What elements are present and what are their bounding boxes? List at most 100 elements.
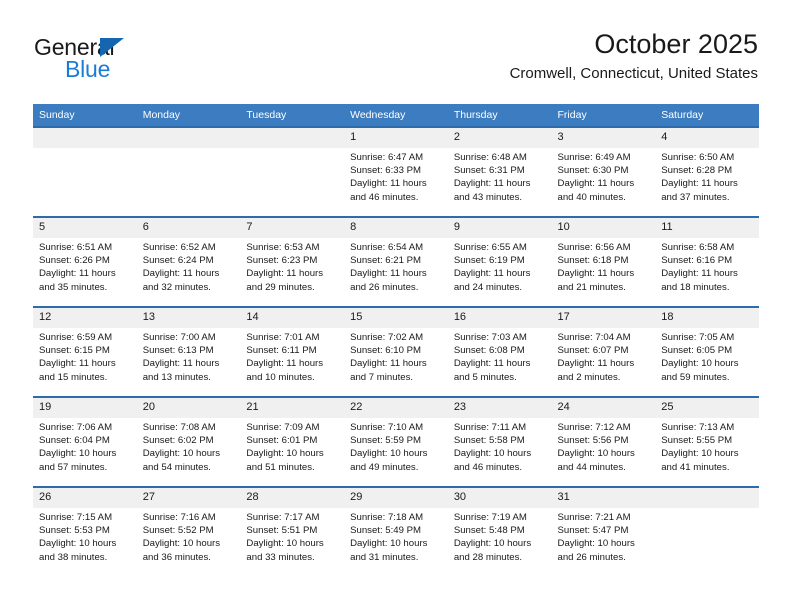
- title-block: October 2025 Cromwell, Connecticut, Unit…: [510, 28, 758, 84]
- calendar-day-cell[interactable]: 14 Sunrise: 7:01 AM Sunset: 6:11 PM Dayligh…: [240, 306, 345, 397]
- daylight-text: Daylight: 10 hours and 41 minutes.: [661, 448, 739, 473]
- daylight-text: Daylight: 10 hours and 36 minutes.: [142, 538, 221, 563]
- sunset-text: Sunset: 6:19 PM: [453, 255, 525, 267]
- calendar-day-cell[interactable]: 9 Sunrise: 6:55 AM Sunset: 6:19 PM Daylight…: [447, 216, 552, 307]
- day-details: Sunrise: 7:13 AM Sunset: 5:55 PM Daylight:…: [655, 418, 759, 474]
- calendar-day-cell[interactable]: 29 Sunrise: 7:18 AM Sunset: 5:49 PM Dayligh…: [344, 486, 448, 576]
- sunset-text: Sunset: 5:48 PM: [453, 525, 525, 537]
- calendar-day-cell[interactable]: 31 Sunrise: 7:21 AM Sunset: 5:47 PM Dayligh…: [551, 486, 656, 576]
- weekday-header-monday: Monday: [136, 104, 241, 127]
- day-number: 18: [655, 308, 759, 328]
- sunrise-text: Sunrise: 6:54 AM: [350, 242, 424, 253]
- calendar-day-cell[interactable]: 28 Sunrise: 7:17 AM Sunset: 5:51 PM Dayligh…: [240, 486, 345, 576]
- weekday-header-row: Sunday Monday Tuesday Wednesday Thursday Frid…: [33, 104, 759, 127]
- calendar-day-cell[interactable]: 22 Sunrise: 7:10 AM Sunset: 5:59 PM Dayligh…: [344, 396, 448, 487]
- calendar-day-cell[interactable]: 10 Sunrise: 6:56 AM Sunset: 6:18 PM Dayligh…: [551, 216, 656, 307]
- calendar-day-cell[interactable]: 13 Sunrise: 7:00 AM Sunset: 6:13 PM Dayligh…: [136, 306, 241, 397]
- day-details: Sunrise: 6:47 AM Sunset: 6:33 PM Daylight:…: [344, 148, 448, 204]
- day-number: [655, 488, 759, 508]
- calendar-day-cell[interactable]: 6 Sunrise: 6:52 AM Sunset: 6:24 PM Daylight…: [136, 216, 241, 307]
- calendar-day-cell[interactable]: 19 Sunrise: 7:06 AM Sunset: 6:04 PM Dayligh…: [33, 396, 137, 487]
- calendar-day-cell[interactable]: 7 Sunrise: 6:53 AM Sunset: 6:23 PM Daylight…: [240, 216, 345, 307]
- sunrise-text: Sunrise: 6:52 AM: [142, 242, 216, 253]
- calendar-day-cell[interactable]: 16 Sunrise: 7:03 AM Sunset: 6:08 PM Dayligh…: [447, 306, 552, 397]
- daylight-text: Daylight: 11 hours and 13 minutes.: [142, 358, 220, 383]
- calendar-day-cell[interactable]: 11 Sunrise: 6:58 AM Sunset: 6:16 PM Dayligh…: [655, 216, 759, 307]
- sunrise-text: Sunrise: 7:18 AM: [350, 512, 424, 523]
- daylight-text: Daylight: 10 hours and 44 minutes.: [557, 448, 635, 473]
- sunrise-text: Sunrise: 6:55 AM: [453, 242, 527, 253]
- sunrise-text: Sunrise: 7:21 AM: [557, 512, 631, 523]
- sunset-text: Sunset: 6:18 PM: [557, 255, 629, 267]
- calendar-day-cell[interactable]: 20 Sunrise: 7:08 AM Sunset: 6:02 PM Dayligh…: [136, 396, 241, 487]
- sunrise-text: Sunrise: 7:15 AM: [39, 512, 113, 523]
- sunrise-text: Sunrise: 6:58 AM: [661, 242, 735, 253]
- day-number: 23: [447, 398, 552, 418]
- sunset-text: Sunset: 6:05 PM: [661, 345, 733, 357]
- sunset-text: Sunset: 6:33 PM: [350, 165, 422, 177]
- day-details: Sunrise: 7:00 AM Sunset: 6:13 PM Daylight:…: [137, 328, 241, 384]
- calendar-day-cell[interactable]: 24 Sunrise: 7:12 AM Sunset: 5:56 PM Dayligh…: [551, 396, 656, 487]
- calendar-day-cell[interactable]: 26 Sunrise: 7:15 AM Sunset: 5:53 PM Dayligh…: [33, 486, 137, 576]
- daylight-text: Daylight: 10 hours and 54 minutes.: [142, 448, 221, 473]
- day-details: Sunrise: 6:49 AM Sunset: 6:30 PM Daylight:…: [552, 148, 656, 204]
- daylight-text: Daylight: 11 hours and 35 minutes.: [39, 268, 116, 293]
- day-details: Sunrise: 7:02 AM Sunset: 6:10 PM Daylight:…: [344, 328, 448, 384]
- daylight-text: Daylight: 10 hours and 59 minutes.: [661, 358, 739, 383]
- calendar-day-cell[interactable]: 23 Sunrise: 7:11 AM Sunset: 5:58 PM Dayligh…: [447, 396, 552, 487]
- calendar-day-cell[interactable]: 15 Sunrise: 7:02 AM Sunset: 6:10 PM Dayligh…: [344, 306, 448, 397]
- day-details: Sunrise: 7:15 AM Sunset: 5:53 PM Daylight:…: [33, 508, 137, 564]
- day-number: 16: [447, 308, 552, 328]
- day-number: 7: [240, 218, 345, 238]
- sunset-text: Sunset: 5:49 PM: [350, 525, 422, 537]
- sunrise-text: Sunrise: 6:59 AM: [39, 332, 113, 343]
- calendar-day-cell[interactable]: 27 Sunrise: 7:16 AM Sunset: 5:52 PM Dayligh…: [136, 486, 241, 576]
- sunset-text: Sunset: 6:30 PM: [557, 165, 629, 177]
- logo-triangle-icon: [100, 38, 124, 57]
- general-blue-logo: General Blue: [34, 36, 264, 92]
- sunset-text: Sunset: 5:55 PM: [661, 435, 733, 447]
- calendar-day-cell[interactable]: 5 Sunrise: 6:51 AM Sunset: 6:26 PM Daylight…: [33, 216, 137, 307]
- day-number: 31: [551, 488, 656, 508]
- calendar-week-row: 19 Sunrise: 7:06 AM Sunset: 6:04 PM Dayligh…: [33, 396, 759, 487]
- day-number: 15: [344, 308, 448, 328]
- daylight-text: Daylight: 11 hours and 37 minutes.: [661, 178, 738, 203]
- calendar-day-cell[interactable]: 8 Sunrise: 6:54 AM Sunset: 6:21 PM Daylight…: [344, 216, 448, 307]
- day-number: 21: [240, 398, 345, 418]
- calendar-day-cell[interactable]: 25 Sunrise: 7:13 AM Sunset: 5:55 PM Dayligh…: [655, 396, 759, 487]
- sunrise-text: Sunrise: 7:04 AM: [557, 332, 631, 343]
- calendar-empty-cell: [240, 126, 345, 217]
- daylight-text: Daylight: 11 hours and 32 minutes.: [142, 268, 220, 293]
- calendar-week-row: 12 Sunrise: 6:59 AM Sunset: 6:15 PM Dayligh…: [33, 306, 759, 397]
- sunrise-sunset-calendar: Sunday Monday Tuesday Wednesday Thursday Frid…: [33, 104, 759, 576]
- sunset-text: Sunset: 6:24 PM: [142, 255, 214, 267]
- calendar-day-cell[interactable]: 18 Sunrise: 7:05 AM Sunset: 6:05 PM Dayligh…: [655, 306, 759, 397]
- calendar-day-cell[interactable]: 12 Sunrise: 6:59 AM Sunset: 6:15 PM Dayligh…: [33, 306, 137, 397]
- sunrise-text: Sunrise: 6:56 AM: [557, 242, 631, 253]
- calendar-day-cell[interactable]: 2 Sunrise: 6:48 AM Sunset: 6:31 PM Daylight…: [447, 126, 552, 217]
- day-number: [136, 128, 241, 148]
- calendar-day-cell[interactable]: 3 Sunrise: 6:49 AM Sunset: 6:30 PM Daylight…: [551, 126, 656, 217]
- day-number: 20: [136, 398, 241, 418]
- calendar-day-cell[interactable]: 30 Sunrise: 7:19 AM Sunset: 5:48 PM Dayligh…: [447, 486, 552, 576]
- calendar-day-cell[interactable]: 4 Sunrise: 6:50 AM Sunset: 6:28 PM Daylight…: [655, 126, 759, 217]
- day-number: 8: [344, 218, 448, 238]
- sunrise-text: Sunrise: 7:13 AM: [661, 422, 735, 433]
- calendar-week-row: 5 Sunrise: 6:51 AM Sunset: 6:26 PM Daylight…: [33, 216, 759, 307]
- weekday-header-friday: Friday: [551, 104, 656, 127]
- day-details: Sunrise: 6:56 AM Sunset: 6:18 PM Daylight:…: [552, 238, 656, 294]
- daylight-text: Daylight: 11 hours and 15 minutes.: [39, 358, 116, 383]
- sunrise-text: Sunrise: 7:05 AM: [661, 332, 735, 343]
- calendar-day-cell[interactable]: 21 Sunrise: 7:09 AM Sunset: 6:01 PM Dayligh…: [240, 396, 345, 487]
- calendar-empty-cell: [33, 126, 137, 217]
- sunrise-text: Sunrise: 7:01 AM: [246, 332, 320, 343]
- sunrise-text: Sunrise: 7:03 AM: [453, 332, 527, 343]
- calendar-day-cell[interactable]: 17 Sunrise: 7:04 AM Sunset: 6:07 PM Dayligh…: [551, 306, 656, 397]
- day-details: Sunrise: 7:08 AM Sunset: 6:02 PM Daylight:…: [137, 418, 241, 474]
- day-number: 24: [551, 398, 656, 418]
- sunset-text: Sunset: 6:28 PM: [661, 165, 733, 177]
- sunrise-text: Sunrise: 6:47 AM: [350, 152, 424, 163]
- calendar-empty-cell: [136, 126, 241, 217]
- daylight-text: Daylight: 10 hours and 38 minutes.: [39, 538, 117, 563]
- calendar-day-cell[interactable]: 1 Sunrise: 6:47 AM Sunset: 6:33 PM Daylight…: [344, 126, 448, 217]
